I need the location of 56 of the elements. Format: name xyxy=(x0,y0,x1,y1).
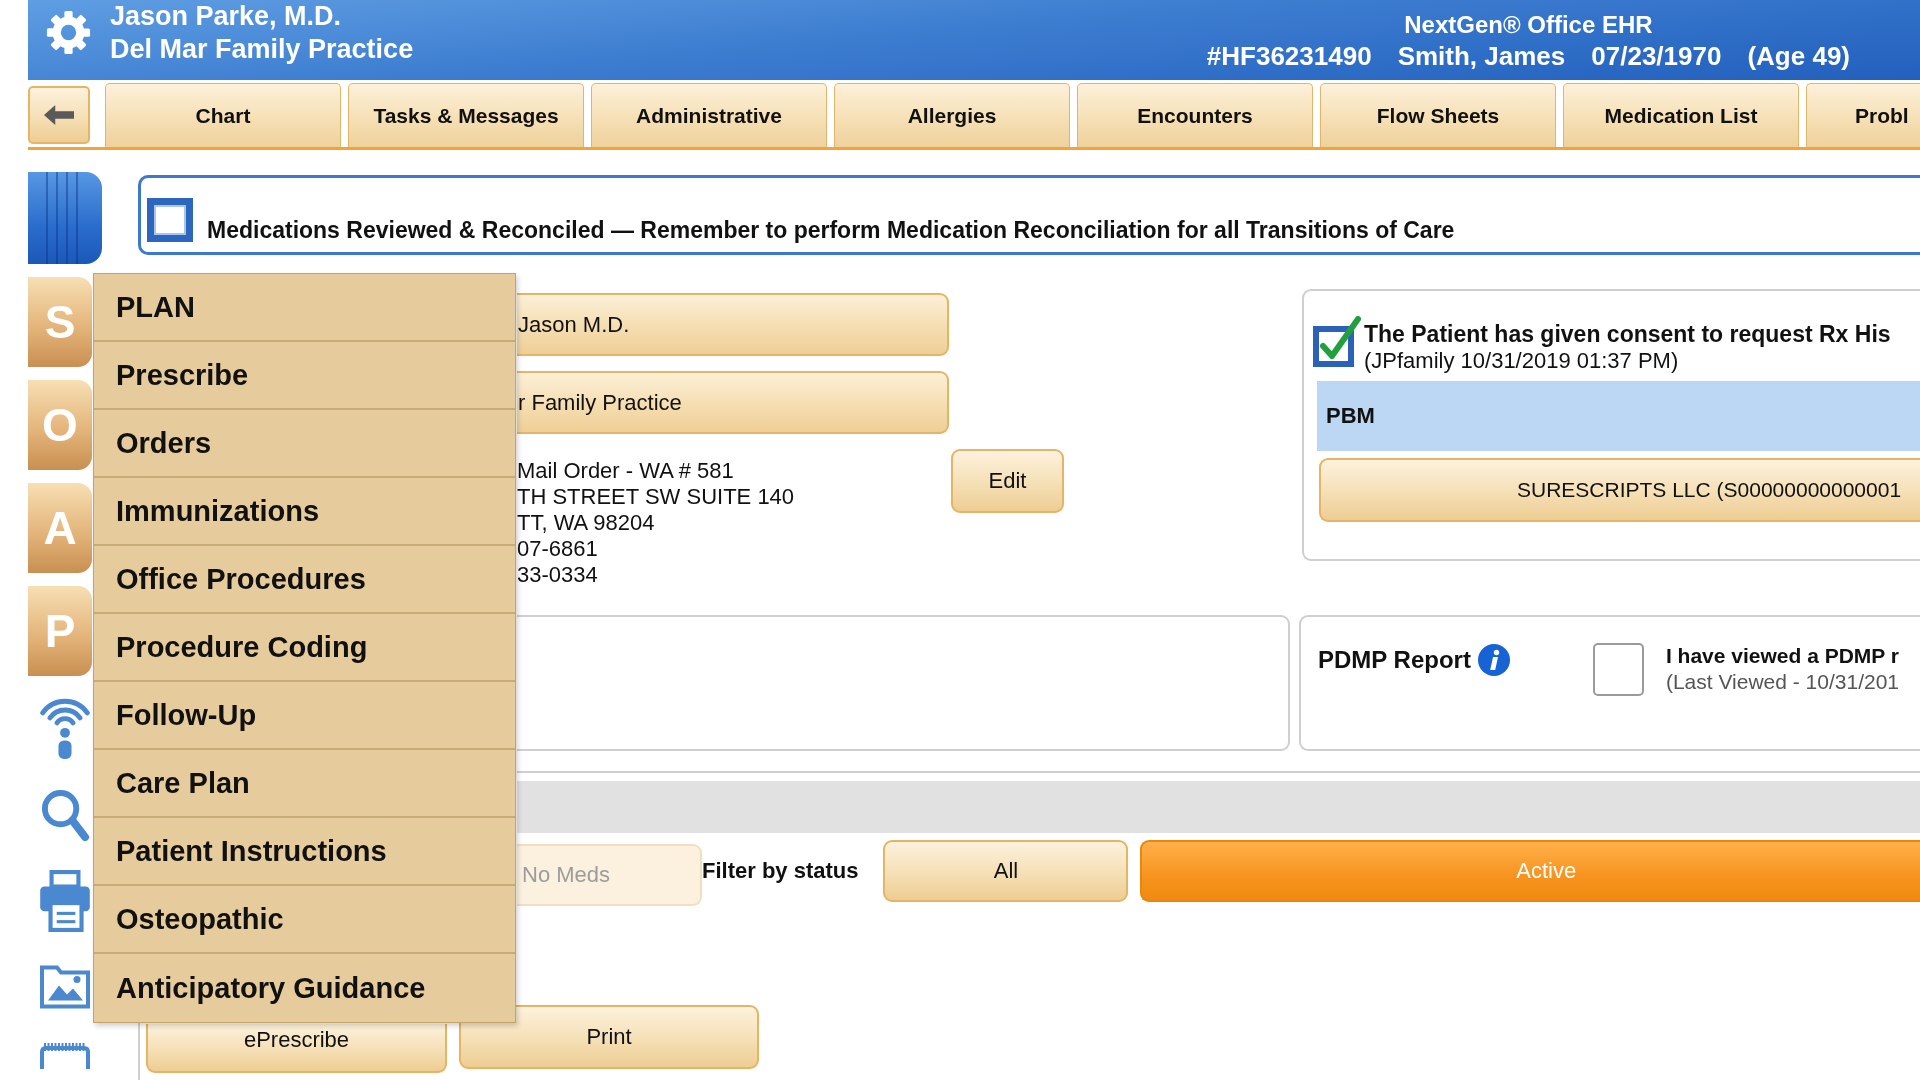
info-icon[interactable] xyxy=(1477,644,1510,676)
address-line: 33-0334 xyxy=(517,562,599,588)
chart-number: #HF36231490 xyxy=(1206,40,1372,72)
consent-timestamp: (JPfamily 10/31/2019 01:37 PM) xyxy=(1364,348,1680,374)
menu-item[interactable]: Follow-Up xyxy=(94,682,515,750)
pdmp-checkbox[interactable] xyxy=(1592,643,1644,696)
menu-item[interactable]: Orders xyxy=(94,410,515,478)
menu-item[interactable]: Patient Instructions xyxy=(94,818,515,886)
consent-checkbox[interactable] xyxy=(1313,316,1361,368)
left-arrow-icon xyxy=(44,105,74,125)
nav-tab[interactable]: Allergies xyxy=(834,83,1070,147)
product-title: NextGen® Office EHR xyxy=(1404,10,1653,40)
patient-age: (Age 49) xyxy=(1747,40,1850,72)
practice-select[interactable]: r Family Practice xyxy=(517,371,949,434)
nav-tab[interactable]: Chart xyxy=(105,83,341,147)
menu-item[interactable]: Procedure Coding xyxy=(94,614,515,682)
nav-tab[interactable]: Tasks & Messages xyxy=(348,83,584,147)
printer-icon[interactable] xyxy=(40,870,90,932)
consent-text: The Patient has given consent to request Rx His xyxy=(1364,320,1891,348)
nav-tab[interactable]: Flow Sheets xyxy=(1320,83,1556,147)
user-name: Jason Parke, M.D. xyxy=(110,0,343,33)
footer-button[interactable]: ePrescribe xyxy=(146,1024,447,1073)
person-signal-icon[interactable] xyxy=(40,698,90,760)
menu-item[interactable]: Immunizations xyxy=(94,478,515,546)
patient-name: Smith, James xyxy=(1397,40,1566,72)
provider-select[interactable]: Jason M.D. xyxy=(517,293,949,356)
menu-item[interactable]: Office Procedures xyxy=(94,546,515,614)
pbm-button[interactable]: SURESCRIPTS LLC (S00000000000001 xyxy=(1319,458,1920,522)
menu-item[interactable]: Osteopathic xyxy=(94,886,515,954)
settings-icon[interactable] xyxy=(46,10,91,55)
menu-item[interactable]: Care Plan xyxy=(94,750,515,818)
pdmp-title: PDMP Report xyxy=(1318,645,1471,675)
nav-tab[interactable]: Encounters xyxy=(1077,83,1313,147)
pbm-header: PBM xyxy=(1317,381,1920,451)
address-line: TT, WA 98204 xyxy=(517,510,656,536)
address-line: Mail Order - WA # 581 xyxy=(517,458,735,484)
footer-button[interactable]: Print xyxy=(459,1005,759,1069)
nav-tab[interactable]: Probl xyxy=(1806,83,1920,147)
drawer-handle[interactable] xyxy=(28,172,102,264)
pdmp-last-viewed: (Last Viewed - 10/31/201 xyxy=(1665,669,1899,695)
nav-tab[interactable]: Administrative xyxy=(591,83,827,147)
address-line: 07-6861 xyxy=(517,536,599,562)
filter-button[interactable]: All xyxy=(883,840,1129,902)
banner-text: Medications Reviewed & Reconciled — Remember to perform Medication Reconciliation for all Transitions of Care xyxy=(207,216,1455,244)
filter-label: Filter by status xyxy=(702,858,859,884)
address-line: TH STREET SW SUITE 140 xyxy=(517,484,796,510)
menu-item[interactable]: Prescribe xyxy=(94,342,515,410)
birth-date: 07/23/1970 xyxy=(1591,40,1722,72)
nav-tab[interactable]: Medication List xyxy=(1563,83,1799,147)
practice-name: Del Mar Family Practice xyxy=(110,33,414,66)
edit-button[interactable]: Edit xyxy=(951,449,1064,513)
reconcile-checkbox[interactable] xyxy=(147,197,193,242)
notepad-icon[interactable] xyxy=(40,1042,90,1069)
back-button[interactable] xyxy=(28,86,90,144)
pdmp-statement: I have viewed a PDMP r xyxy=(1665,643,1899,669)
menu-item[interactable]: PLAN xyxy=(94,274,515,342)
